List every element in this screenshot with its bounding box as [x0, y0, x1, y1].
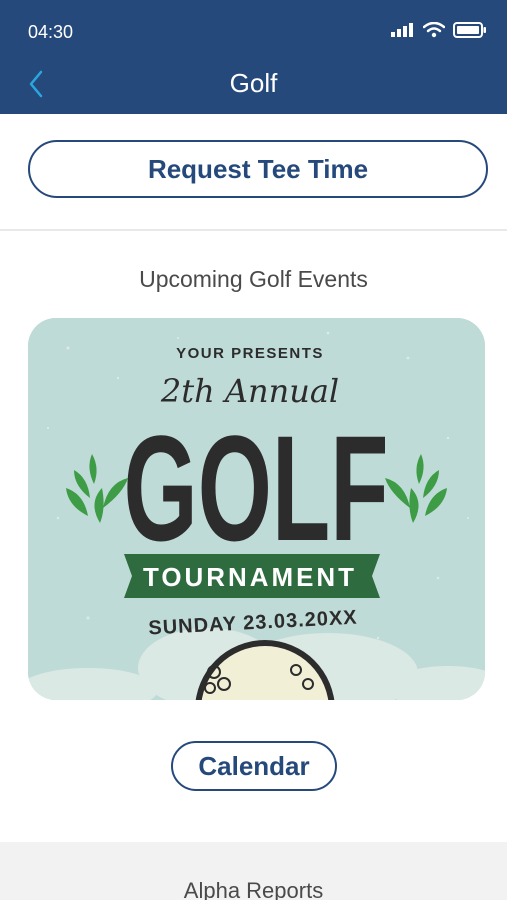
upcoming-events-title: Upcoming Golf Events — [139, 266, 368, 292]
request-tee-time-button[interactable]: Request Tee Time — [28, 140, 488, 198]
poster-presenter: YOUR PRESENTS — [176, 345, 324, 362]
status-time: 04:30 — [28, 22, 74, 42]
calendar-button[interactable]: Calendar — [171, 741, 337, 791]
battery-icon — [453, 22, 486, 38]
status-icons — [391, 22, 487, 38]
poster-banner-text: TOURNAMENT — [143, 562, 357, 592]
status-bar: 04:30 — [0, 0, 507, 66]
golf-tournament-poster-image: YOUR PRESENTS 2th Annual GOLF TOURNAMENT… — [28, 318, 485, 700]
wifi-icon — [423, 22, 445, 38]
alpha-reports-title: Alpha Reports — [183, 878, 324, 900]
nav-bar: Golf — [0, 60, 507, 108]
cellular-signal-icon — [391, 23, 413, 37]
section-divider — [0, 229, 507, 231]
golf-event-poster[interactable]: YOUR PRESENTS 2th Annual GOLF TOURNAMENT… — [28, 318, 485, 700]
app-header: 04:30 Golf — [0, 0, 507, 114]
alpha-reports-panel[interactable]: Alpha Reports — [0, 842, 507, 900]
page-title: Golf — [229, 68, 278, 98]
poster-headline: GOLF — [124, 404, 389, 572]
